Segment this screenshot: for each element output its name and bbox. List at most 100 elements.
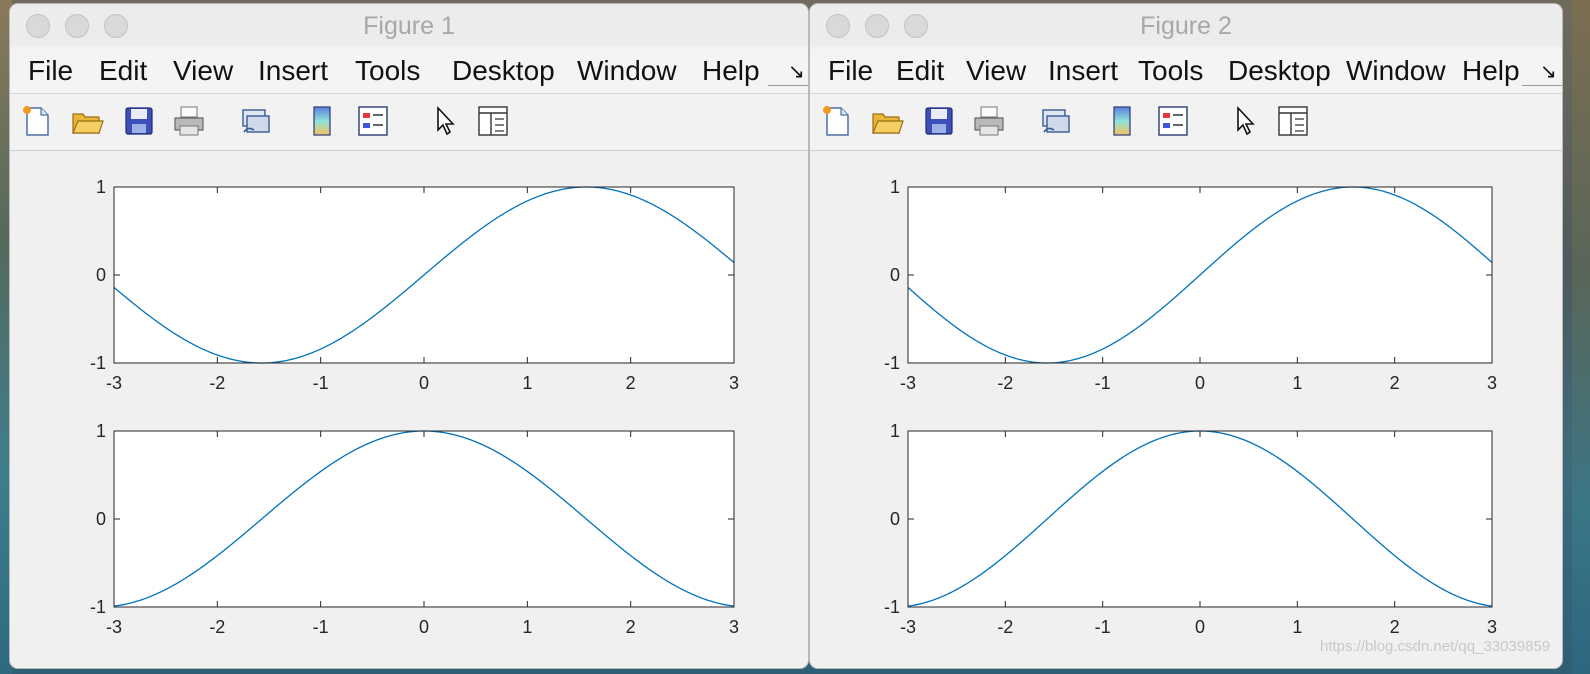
menu-insert[interactable]: Insert	[258, 55, 328, 87]
menu-edit[interactable]: Edit	[99, 55, 147, 87]
axes-background	[114, 431, 734, 607]
x-tick-label: -2	[209, 617, 225, 637]
axes-cos[interactable]: -3 -2 -1 0 1 2 3 -1 0 1	[884, 421, 1497, 637]
x-tick-label: 3	[1487, 373, 1497, 393]
y-tick-label: 1	[96, 177, 106, 197]
y-tick-label: 0	[890, 509, 900, 529]
x-tick-label: -3	[900, 373, 916, 393]
axes-background	[908, 431, 1492, 607]
new-figure-icon[interactable]	[20, 104, 54, 138]
menu-help[interactable]: Help	[702, 55, 760, 87]
title-bar[interactable]: Figure 2	[810, 4, 1562, 46]
menu-overflow-icon[interactable]: ↘	[788, 59, 805, 84]
x-tick-label: 1	[1292, 617, 1302, 637]
open-file-icon[interactable]	[870, 104, 904, 138]
y-tick-label: 1	[890, 421, 900, 441]
axes-sin[interactable]: -3 -2 -1 0 1 2 3 -1 0 1	[884, 177, 1497, 393]
menu-overflow-divider	[768, 85, 808, 86]
colorbar-icon[interactable]	[306, 104, 340, 138]
menu-bar: File Edit View Insert Tools Desktop Wind…	[10, 49, 808, 94]
x-tick-label: -2	[997, 373, 1013, 393]
desktop-background-right	[1572, 0, 1590, 674]
y-tick-label: -1	[90, 353, 106, 373]
menu-view[interactable]: View	[966, 55, 1026, 87]
print-icon[interactable]	[172, 104, 206, 138]
x-tick-label: -1	[1095, 617, 1111, 637]
menu-view[interactable]: View	[173, 55, 233, 87]
menu-tools[interactable]: Tools	[1138, 55, 1203, 87]
figure-1-axes-svg[interactable]: -3 -2 -1 0 1 2 3 -1 0 1 -3 -2 -1 0 1 2 3 -1 0 1	[10, 151, 808, 668]
menu-file[interactable]: File	[828, 55, 873, 87]
menu-window[interactable]: Window	[1346, 55, 1448, 87]
menu-help[interactable]: Help	[1462, 55, 1520, 87]
axes-cos[interactable]: -3 -2 -1 0 1 2 3 -1 0 1	[90, 421, 739, 637]
link-icon[interactable]	[238, 104, 272, 138]
y-tick-label: 0	[96, 509, 106, 529]
window-title: Figure 1	[363, 12, 455, 40]
x-tick-label: 1	[522, 373, 532, 393]
legend-icon[interactable]	[356, 104, 390, 138]
save-icon[interactable]	[122, 104, 156, 138]
y-tick-label: -1	[884, 597, 900, 617]
title-bar[interactable]: Figure 1	[10, 4, 808, 46]
menu-file[interactable]: File	[28, 55, 73, 87]
property-inspector-icon[interactable]	[476, 104, 510, 138]
x-tick-label: 2	[1390, 617, 1400, 637]
menu-tools[interactable]: Tools	[355, 55, 420, 87]
x-tick-label: 3	[729, 617, 739, 637]
y-tick-label: -1	[90, 597, 106, 617]
colorbar-icon[interactable]	[1106, 104, 1140, 138]
y-tick-label: 1	[96, 421, 106, 441]
menu-overflow-icon[interactable]: ↘	[1540, 59, 1557, 84]
x-tick-label: -2	[209, 373, 225, 393]
menu-edit[interactable]: Edit	[896, 55, 944, 87]
x-tick-label: -1	[1095, 373, 1111, 393]
axes-sin[interactable]: -3 -2 -1 0 1 2 3 -1 0 1	[90, 177, 739, 393]
x-tick-label: -1	[313, 617, 329, 637]
x-tick-label: 2	[626, 373, 636, 393]
x-tick-label: 0	[419, 617, 429, 637]
figure-toolbar	[10, 94, 808, 151]
menu-insert[interactable]: Insert	[1048, 55, 1132, 87]
new-figure-icon[interactable]	[820, 104, 854, 138]
menu-window[interactable]: Window	[577, 55, 677, 87]
figure-2-window: Figure 2 File Edit View Insert Tools Des…	[810, 4, 1562, 668]
x-tick-label: 3	[1487, 617, 1497, 637]
pointer-icon[interactable]	[428, 104, 462, 138]
watermark-text: https://blog.csdn.net/qq_33039859	[1320, 638, 1551, 655]
window-title: Figure 2	[1140, 12, 1232, 40]
x-tick-label: -3	[106, 373, 122, 393]
x-tick-label: 0	[1195, 373, 1205, 393]
link-icon[interactable]	[1038, 104, 1072, 138]
figure-canvas: -3 -2 -1 0 1 2 3 -1 0 1 -3 -2 -1 0 1 2 3 -1 0 1	[10, 151, 808, 668]
x-tick-label: 1	[522, 617, 532, 637]
menu-desktop[interactable]: Desktop	[452, 55, 555, 87]
property-inspector-icon[interactable]	[1276, 104, 1310, 138]
figure-2-axes-svg[interactable]: -3 -2 -1 0 1 2 3 -1 0 1 -3 -2 -1 0 1 2 3 -1 0 1	[810, 151, 1562, 668]
menu-bar: File Edit View Insert Tools Desktop Wind…	[810, 49, 1562, 94]
x-tick-label: 0	[1195, 617, 1205, 637]
x-tick-label: -3	[106, 617, 122, 637]
y-tick-label: 0	[96, 265, 106, 285]
figure-toolbar	[810, 94, 1562, 151]
x-tick-label: 2	[626, 617, 636, 637]
legend-icon[interactable]	[1156, 104, 1190, 138]
menu-desktop[interactable]: Desktop	[1228, 55, 1332, 87]
y-tick-label: -1	[884, 353, 900, 373]
print-icon[interactable]	[972, 104, 1006, 138]
x-tick-label: 0	[419, 373, 429, 393]
x-tick-label: -3	[900, 617, 916, 637]
figure-1-window: Figure 1 File Edit View Insert Tools Des…	[10, 4, 808, 668]
figure-canvas: -3 -2 -1 0 1 2 3 -1 0 1 -3 -2 -1 0 1 2 3 -1 0 1	[810, 151, 1562, 668]
y-tick-label: 0	[890, 265, 900, 285]
save-icon[interactable]	[922, 104, 956, 138]
x-tick-label: 3	[729, 373, 739, 393]
x-tick-label: -2	[997, 617, 1013, 637]
menu-overflow-divider	[1522, 85, 1562, 86]
y-tick-label: 1	[890, 177, 900, 197]
pointer-icon[interactable]	[1228, 104, 1262, 138]
x-tick-label: 1	[1292, 373, 1302, 393]
x-tick-label: -1	[313, 373, 329, 393]
open-file-icon[interactable]	[70, 104, 104, 138]
x-tick-label: 2	[1390, 373, 1400, 393]
